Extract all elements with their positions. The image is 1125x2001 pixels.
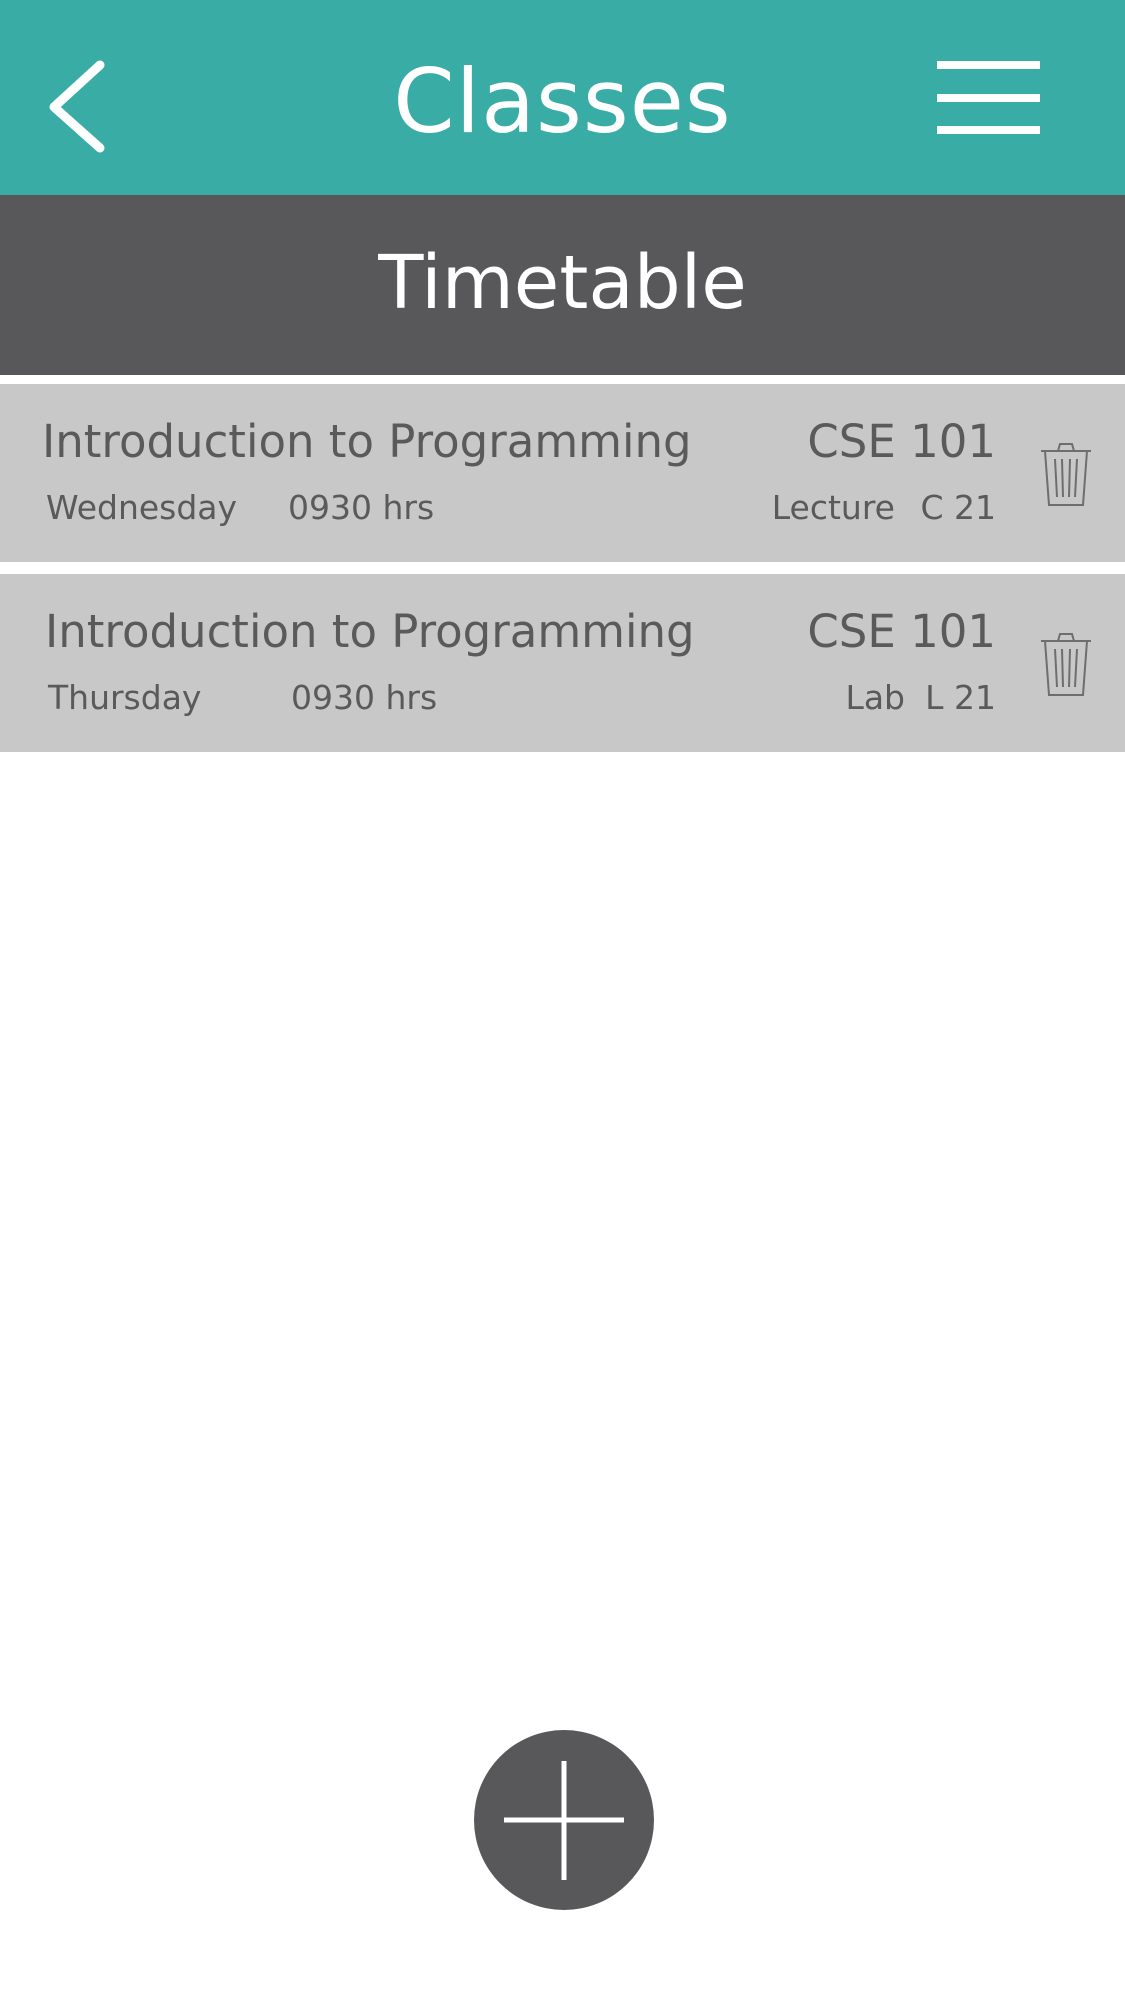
course-name: Introduction to Programming bbox=[42, 415, 692, 468]
class-day: Thursday bbox=[48, 678, 202, 717]
trash-icon bbox=[1041, 443, 1091, 506]
class-room: C 21 bbox=[920, 488, 996, 527]
hamburger-menu-icon bbox=[937, 61, 1041, 134]
class-room: L 21 bbox=[925, 678, 996, 717]
app-header: Classes bbox=[0, 0, 1125, 195]
class-day: Wednesday bbox=[46, 488, 238, 527]
class-type: Lecture bbox=[771, 488, 895, 527]
class-time: 0930 hrs bbox=[291, 678, 438, 717]
class-list-item[interactable]: Introduction to Programming CSE 101 Thur… bbox=[0, 574, 1125, 752]
class-list-item[interactable]: Introduction to Programming CSE 101 Wedn… bbox=[0, 384, 1125, 562]
class-type: Lab bbox=[845, 678, 905, 717]
section-header: Timetable bbox=[0, 195, 1125, 375]
add-class-button[interactable] bbox=[474, 1730, 654, 1910]
trash-icon bbox=[1041, 633, 1091, 696]
class-time: 0930 hrs bbox=[288, 488, 435, 527]
section-title: Timetable bbox=[378, 240, 747, 326]
course-code: CSE 101 bbox=[807, 415, 996, 468]
delete-class-button[interactable] bbox=[1038, 632, 1094, 698]
menu-button[interactable] bbox=[930, 55, 1041, 145]
delete-class-button[interactable] bbox=[1038, 442, 1094, 508]
course-name: Introduction to Programming bbox=[45, 605, 695, 658]
plus-icon bbox=[504, 1761, 624, 1880]
course-code: CSE 101 bbox=[807, 605, 996, 658]
